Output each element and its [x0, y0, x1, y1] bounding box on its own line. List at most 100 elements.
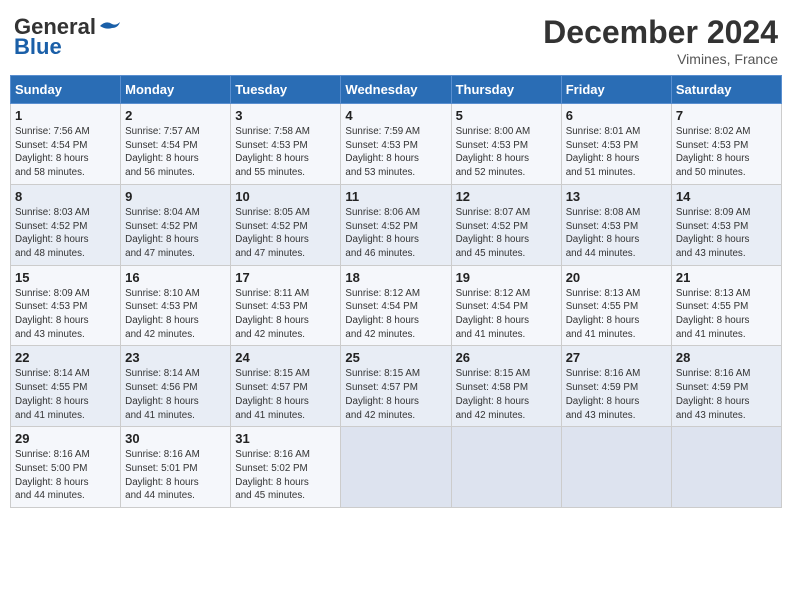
week-row-5: 29 Sunrise: 8:16 AMSunset: 5:00 PMDayligh… — [11, 427, 782, 508]
day-number: 15 — [15, 270, 116, 285]
calendar-cell: 6 Sunrise: 8:01 AMSunset: 4:53 PMDaylight… — [561, 104, 671, 185]
cell-info: Sunrise: 8:15 AMSunset: 4:57 PMDaylight:… — [235, 367, 336, 422]
calendar-cell: 11Sunrise: 8:06 AMSunset: 4:52 PMDayligh… — [341, 184, 451, 265]
day-number: 6 — [566, 108, 667, 123]
calendar-cell: 29 Sunrise: 8:16 AMSunset: 5:00 PMDayligh… — [11, 427, 121, 508]
header-tuesday: Tuesday — [231, 76, 341, 104]
calendar-cell: 13Sunrise: 8:08 AMSunset: 4:53 PMDayligh… — [561, 184, 671, 265]
day-number: 17 — [235, 270, 336, 285]
calendar-cell — [561, 427, 671, 508]
calendar-cell: 24 Sunrise: 8:15 AMSunset: 4:57 PMDayligh… — [231, 346, 341, 427]
day-number: 10 — [235, 189, 336, 204]
day-number: 13 — [566, 189, 667, 204]
calendar-cell: 17 Sunrise: 8:11 AMSunset: 4:53 PMDayligh… — [231, 265, 341, 346]
day-number: 21 — [676, 270, 777, 285]
calendar-cell: 27 Sunrise: 8:16 AMSunset: 4:59 PMDayligh… — [561, 346, 671, 427]
cell-info: Sunrise: 8:10 AMSunset: 4:53 PMDaylight:… — [125, 287, 226, 342]
day-number: 31 — [235, 431, 336, 446]
calendar-cell: 31 Sunrise: 8:16 AMSunset: 5:02 PMDayligh… — [231, 427, 341, 508]
calendar-cell: 2 Sunrise: 7:57 AMSunset: 4:54 PMDaylight… — [121, 104, 231, 185]
calendar-cell: 4Sunrise: 7:59 AMSunset: 4:53 PMDaylight… — [341, 104, 451, 185]
day-number: 14 — [676, 189, 777, 204]
day-number: 5 — [456, 108, 557, 123]
cell-info: Sunrise: 8:09 AMSunset: 4:53 PMDaylight:… — [15, 287, 116, 342]
calendar-cell: 22Sunrise: 8:14 AMSunset: 4:55 PMDayligh… — [11, 346, 121, 427]
calendar-table: SundayMondayTuesdayWednesdayThursdayFrid… — [10, 75, 782, 508]
week-row-1: 1 Sunrise: 7:56 AMSunset: 4:54 PMDaylight… — [11, 104, 782, 185]
calendar-cell: 23 Sunrise: 8:14 AMSunset: 4:56 PMDayligh… — [121, 346, 231, 427]
cell-info: Sunrise: 8:06 AMSunset: 4:52 PMDaylight:… — [345, 206, 446, 261]
header-wednesday: Wednesday — [341, 76, 451, 104]
day-number: 27 — [566, 350, 667, 365]
cell-info: Sunrise: 8:13 AMSunset: 4:55 PMDaylight:… — [566, 287, 667, 342]
day-number: 28 — [676, 350, 777, 365]
cell-info: Sunrise: 8:09 AMSunset: 4:53 PMDaylight:… — [676, 206, 777, 261]
day-number: 3 — [235, 108, 336, 123]
calendar-cell: 21 Sunrise: 8:13 AMSunset: 4:55 PMDayligh… — [671, 265, 781, 346]
week-row-3: 15 Sunrise: 8:09 AMSunset: 4:53 PMDayligh… — [11, 265, 782, 346]
title-area: December 2024 Vimines, France — [543, 14, 778, 67]
calendar-cell — [671, 427, 781, 508]
calendar-cell — [451, 427, 561, 508]
calendar-cell: 9 Sunrise: 8:04 AMSunset: 4:52 PMDaylight… — [121, 184, 231, 265]
calendar-cell — [341, 427, 451, 508]
cell-info: Sunrise: 7:56 AMSunset: 4:54 PMDaylight:… — [15, 125, 116, 180]
day-number: 30 — [125, 431, 226, 446]
day-number: 12 — [456, 189, 557, 204]
day-number: 8 — [15, 189, 116, 204]
calendar-cell: 10Sunrise: 8:05 AMSunset: 4:52 PMDayligh… — [231, 184, 341, 265]
cell-info: Sunrise: 7:59 AMSunset: 4:53 PMDaylight:… — [345, 125, 446, 180]
cell-info: Sunrise: 8:14 AMSunset: 4:55 PMDaylight:… — [15, 367, 116, 422]
cell-info: Sunrise: 8:00 AMSunset: 4:53 PMDaylight:… — [456, 125, 557, 180]
cell-info: Sunrise: 8:16 AMSunset: 4:59 PMDaylight:… — [676, 367, 777, 422]
cell-info: Sunrise: 8:16 AMSunset: 5:00 PMDaylight:… — [15, 448, 116, 503]
day-number: 18 — [345, 270, 446, 285]
day-number: 1 — [15, 108, 116, 123]
calendar-header-row: SundayMondayTuesdayWednesdayThursdayFrid… — [11, 76, 782, 104]
calendar-cell: 1 Sunrise: 7:56 AMSunset: 4:54 PMDaylight… — [11, 104, 121, 185]
day-number: 25 — [345, 350, 446, 365]
cell-info: Sunrise: 8:01 AMSunset: 4:53 PMDaylight:… — [566, 125, 667, 180]
header-saturday: Saturday — [671, 76, 781, 104]
cell-info: Sunrise: 8:11 AMSunset: 4:53 PMDaylight:… — [235, 287, 336, 342]
header-monday: Monday — [121, 76, 231, 104]
day-number: 2 — [125, 108, 226, 123]
header-thursday: Thursday — [451, 76, 561, 104]
cell-info: Sunrise: 8:07 AMSunset: 4:52 PMDaylight:… — [456, 206, 557, 261]
calendar-cell: 30 Sunrise: 8:16 AMSunset: 5:01 PMDayligh… — [121, 427, 231, 508]
logo: General Blue — [14, 14, 120, 60]
calendar-cell: 7Sunrise: 8:02 AMSunset: 4:53 PMDaylight… — [671, 104, 781, 185]
logo-blue: Blue — [14, 34, 62, 60]
cell-info: Sunrise: 7:57 AMSunset: 4:54 PMDaylight:… — [125, 125, 226, 180]
cell-info: Sunrise: 8:16 AMSunset: 5:01 PMDaylight:… — [125, 448, 226, 503]
cell-info: Sunrise: 8:16 AMSunset: 5:02 PMDaylight:… — [235, 448, 336, 503]
cell-info: Sunrise: 8:16 AMSunset: 4:59 PMDaylight:… — [566, 367, 667, 422]
week-row-4: 22Sunrise: 8:14 AMSunset: 4:55 PMDayligh… — [11, 346, 782, 427]
cell-info: Sunrise: 8:12 AMSunset: 4:54 PMDaylight:… — [345, 287, 446, 342]
calendar-cell: 28 Sunrise: 8:16 AMSunset: 4:59 PMDayligh… — [671, 346, 781, 427]
day-number: 16 — [125, 270, 226, 285]
day-number: 26 — [456, 350, 557, 365]
calendar-cell: 26Sunrise: 8:15 AMSunset: 4:58 PMDayligh… — [451, 346, 561, 427]
day-number: 9 — [125, 189, 226, 204]
day-number: 29 — [15, 431, 116, 446]
cell-info: Sunrise: 8:03 AMSunset: 4:52 PMDaylight:… — [15, 206, 116, 261]
day-number: 20 — [566, 270, 667, 285]
day-number: 23 — [125, 350, 226, 365]
day-number: 24 — [235, 350, 336, 365]
calendar-cell: 5 Sunrise: 8:00 AMSunset: 4:53 PMDaylight… — [451, 104, 561, 185]
calendar-cell: 14 Sunrise: 8:09 AMSunset: 4:53 PMDayligh… — [671, 184, 781, 265]
cell-info: Sunrise: 8:14 AMSunset: 4:56 PMDaylight:… — [125, 367, 226, 422]
cell-info: Sunrise: 8:13 AMSunset: 4:55 PMDaylight:… — [676, 287, 777, 342]
calendar-cell: 12 Sunrise: 8:07 AMSunset: 4:52 PMDayligh… — [451, 184, 561, 265]
location-subtitle: Vimines, France — [543, 51, 778, 67]
header-friday: Friday — [561, 76, 671, 104]
cell-info: Sunrise: 8:04 AMSunset: 4:52 PMDaylight:… — [125, 206, 226, 261]
calendar-cell: 25 Sunrise: 8:15 AMSunset: 4:57 PMDayligh… — [341, 346, 451, 427]
calendar-cell: 8 Sunrise: 8:03 AMSunset: 4:52 PMDaylight… — [11, 184, 121, 265]
cell-info: Sunrise: 8:15 AMSunset: 4:57 PMDaylight:… — [345, 367, 446, 422]
month-year-title: December 2024 — [543, 14, 778, 51]
cell-info: Sunrise: 7:58 AMSunset: 4:53 PMDaylight:… — [235, 125, 336, 180]
calendar-cell: 3 Sunrise: 7:58 AMSunset: 4:53 PMDaylight… — [231, 104, 341, 185]
day-number: 19 — [456, 270, 557, 285]
